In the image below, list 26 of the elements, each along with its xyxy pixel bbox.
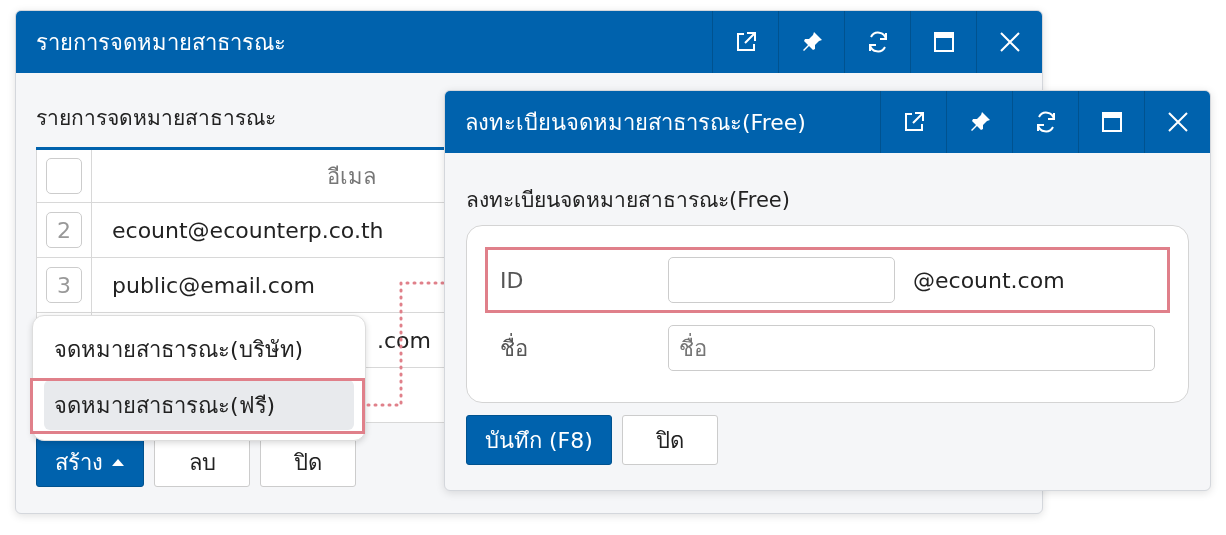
maximize-icon [931, 30, 956, 54]
row-number: 3 [46, 267, 82, 303]
input-field[interactable] [668, 257, 895, 303]
window-title: ลงทะเบียนจดหมายสาธารณะ(Free) [464, 108, 806, 137]
domain-suffix: @ecount.com [913, 267, 1065, 293]
table-cell: .com [377, 327, 431, 353]
select-all-checkbox[interactable] [46, 158, 82, 194]
section-heading: รายการจดหมายสาธารณะ [36, 105, 276, 132]
table-cell: ecount@ecounterp.co.th [112, 217, 384, 243]
input-field[interactable]: ชื่อ [668, 325, 1155, 371]
caret-icon [111, 457, 125, 467]
menu-item[interactable]: จดหมายสาธารณะ(บริษัท) [44, 324, 354, 374]
field-label: ID [500, 267, 525, 293]
table-cell: public@email.com [112, 272, 315, 298]
close-icon [1165, 110, 1190, 134]
close-icon [997, 30, 1022, 54]
maximize-icon [1099, 110, 1124, 134]
field-label: ชื่อ [500, 332, 529, 363]
window-title: รายการจดหมายสาธารณะ [35, 28, 286, 57]
column-header: อีเมล [326, 162, 377, 191]
section-heading: ลงทะเบียนจดหมายสาธารณะ(Free) [466, 187, 790, 214]
action-button[interactable]: ปิด [621, 415, 718, 465]
row-number: 2 [46, 212, 82, 248]
menu-item[interactable]: จดหมายสาธารณะ(ฟรี) [44, 380, 354, 430]
action-button[interactable]: สร้าง [36, 437, 144, 487]
action-button[interactable]: บันทึก (F8) [466, 415, 612, 465]
